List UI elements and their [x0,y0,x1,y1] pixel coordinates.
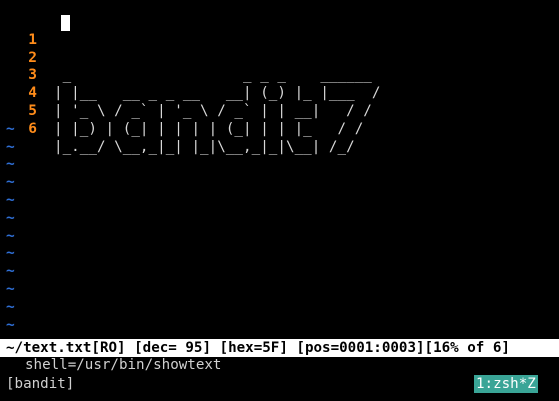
empty-line: ~ [0,210,559,228]
empty-line: ~ [0,263,559,281]
tilde-marker: ~ [6,209,15,226]
empty-line: ~ [0,281,559,299]
tilde-marker: ~ [6,227,15,244]
tmux-window-tab[interactable]: 1:zsh*Z [474,375,538,393]
vim-command-line[interactable]: shell=/usr/bin/showtext [25,357,221,374]
terminal-window[interactable]: 1 2 _ _ _ _ ______ 3 | |__ __ _ _ __ __|… [0,0,559,401]
empty-line: ~ [0,299,559,317]
tilde-marker: ~ [6,191,15,208]
vim-status-line: ~/text.txt[RO] [dec= 95] [hex=5F] [pos=0… [0,339,559,357]
tmux-status-bar: [bandit] 1:zsh*Z [0,374,559,394]
buffer-line: 2 _ _ _ _ ______ [0,32,559,84]
tilde-marker: ~ [6,316,15,333]
tilde-marker: ~ [6,263,15,280]
vim-editor-buffer[interactable]: 1 2 _ _ _ _ ______ 3 | |__ __ _ _ __ __|… [0,14,559,334]
empty-line: ~ [0,174,559,192]
tilde-marker: ~ [6,298,15,315]
tilde-marker: ~ [6,138,15,155]
empty-line: ~ [0,139,559,157]
tilde-marker: ~ [6,280,15,297]
empty-line: ~ [0,317,559,335]
tilde-marker: ~ [6,120,15,137]
tmux-session-name: [bandit] [6,376,75,392]
buffer-line: 1 [0,14,559,48]
buffer-line: 5 | |_) | (_| | | | | (_| | | |_ / / [0,85,559,137]
buffer-line: 4 | '_ \ / _` | '_ \ / _` | | __| / / [0,67,559,119]
empty-line: ~ [0,156,559,174]
buffer-line: 3 | |__ __ _ _ __ __| (_) |_ |___ / [0,50,559,101]
tilde-marker: ~ [6,156,15,173]
tilde-marker: ~ [6,245,15,262]
empty-line: ~ [0,245,559,263]
empty-line: ~ [0,228,559,246]
empty-line: ~ [0,121,559,139]
tilde-marker: ~ [6,174,15,191]
text-cursor [61,15,70,31]
buffer-line: 6 |_.__/ \__,_|_| |_|\__,_|_|\__| /_/ [0,103,559,155]
empty-line: ~ [0,192,559,210]
